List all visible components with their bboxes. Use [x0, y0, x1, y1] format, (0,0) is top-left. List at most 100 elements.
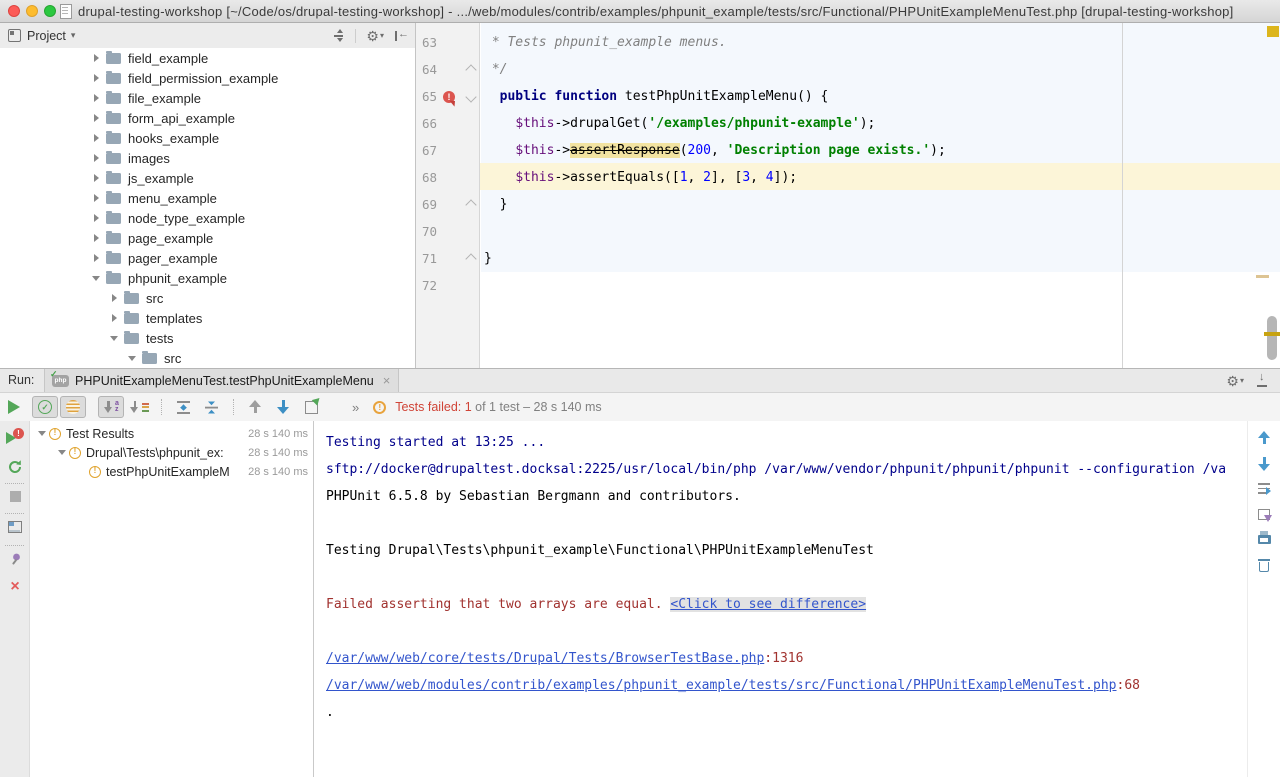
tree-expand-arrow[interactable] — [88, 54, 104, 62]
code-line[interactable] — [481, 272, 1280, 299]
code-line[interactable]: } — [481, 191, 1280, 218]
project-tree-item[interactable]: form_api_example — [0, 108, 415, 128]
gear-icon[interactable]: ⚙ — [1226, 374, 1239, 388]
sort-by-duration-button[interactable] — [126, 396, 152, 418]
console-link[interactable]: /var/www/web/core/tests/Drupal/Tests/Bro… — [326, 651, 764, 666]
error-stripe-mark[interactable] — [1256, 275, 1269, 278]
tree-expand-arrow[interactable] — [106, 294, 122, 302]
code-line[interactable]: } — [481, 245, 1280, 272]
scroll-down-button[interactable] — [1248, 457, 1280, 471]
code-line[interactable]: public function testPhpUnitExampleMenu()… — [481, 83, 1280, 110]
run-tab[interactable]: php ✓ PHPUnitExampleMenuTest.testPhpUnit… — [44, 369, 399, 392]
close-run-panel-button[interactable]: × — [0, 579, 30, 595]
tree-expand-arrow[interactable] — [88, 214, 104, 222]
gear-icon[interactable]: ⚙ — [366, 29, 379, 43]
tree-expand-arrow[interactable] — [88, 194, 104, 202]
project-tree-item[interactable]: templates — [0, 308, 415, 328]
tree-expand-arrow[interactable] — [88, 174, 104, 182]
close-window-button[interactable] — [8, 5, 20, 17]
next-failed-test-button[interactable] — [270, 396, 296, 418]
tree-expand-arrow[interactable] — [88, 276, 104, 281]
project-tree-item[interactable]: pager_example — [0, 248, 415, 268]
tree-expand-arrow[interactable] — [88, 74, 104, 82]
navigate-to-source-icon[interactable] — [332, 29, 345, 42]
scroll-to-end-button[interactable] — [1248, 509, 1280, 520]
show-ignored-toggle[interactable] — [60, 396, 86, 418]
test-tree-item[interactable]: !testPhpUnitExampleM28 s 140 ms — [30, 462, 313, 481]
more-actions-chevrons[interactable]: » — [352, 400, 359, 415]
console-link[interactable]: /var/www/web/modules/contrib/examples/ph… — [326, 678, 1117, 693]
code-layer[interactable]: * Tests phpunit_example menus. */ public… — [481, 23, 1280, 368]
triangle-icon — [94, 94, 99, 102]
project-tree-item[interactable]: page_example — [0, 228, 415, 248]
project-tree-item[interactable]: hooks_example — [0, 128, 415, 148]
toggle-auto-test-button[interactable] — [0, 459, 30, 475]
project-tree-item[interactable]: phpunit_example — [0, 268, 415, 288]
tree-expand-arrow[interactable] — [88, 154, 104, 162]
show-passed-toggle[interactable]: ✓ — [32, 396, 58, 418]
tree-expand-arrow[interactable] — [88, 134, 104, 142]
stop-button[interactable] — [0, 491, 30, 502]
inspection-status-indicator[interactable] — [1267, 26, 1279, 37]
project-tree-item[interactable]: menu_example — [0, 188, 415, 208]
tree-expand-arrow[interactable] — [106, 314, 122, 322]
project-settings-button[interactable]: ⚙ ▾ — [366, 29, 384, 43]
import-test-results-button[interactable] — [298, 396, 324, 418]
project-tree-item[interactable]: field_permission_example — [0, 68, 415, 88]
tree-expand-arrow[interactable] — [106, 336, 122, 341]
project-tree-item[interactable]: images — [0, 148, 415, 168]
tree-expand-arrow[interactable] — [34, 431, 49, 436]
hide-run-panel-button[interactable]: ↓ — [1256, 374, 1268, 387]
chevron-down-icon[interactable]: ▾ — [71, 30, 76, 41]
line-number: 68 — [416, 164, 466, 191]
project-tree-item[interactable]: node_type_example — [0, 208, 415, 228]
sort-alphabetically-toggle[interactable]: az — [98, 396, 124, 418]
soft-wrap-icon — [1258, 483, 1271, 495]
tree-expand-arrow[interactable] — [124, 356, 140, 361]
rerun-button[interactable] — [8, 400, 20, 414]
test-console[interactable]: Testing started at 13:25 ...sftp://docke… — [314, 421, 1280, 777]
tree-item-label: node_type_example — [128, 211, 245, 226]
project-tree-item[interactable]: src — [0, 348, 415, 368]
restore-layout-button[interactable] — [0, 521, 30, 533]
code-line[interactable]: $this->assertResponse(200, 'Description … — [481, 137, 1280, 164]
rerun-failed-test-icon[interactable]: ! — [443, 91, 455, 103]
code-line[interactable] — [481, 218, 1280, 245]
tree-expand-arrow[interactable] — [88, 114, 104, 122]
expand-all-button[interactable] — [170, 396, 196, 418]
close-tab-icon[interactable]: × — [383, 374, 391, 387]
project-panel-title[interactable]: Project — [27, 29, 66, 43]
minimize-window-button[interactable] — [26, 5, 38, 17]
tree-expand-arrow[interactable] — [54, 450, 69, 455]
tree-expand-arrow[interactable] — [88, 254, 104, 262]
test-tree-item[interactable]: !Drupal\Tests\phpunit_ex:28 s 140 ms — [30, 443, 313, 462]
clear-console-button[interactable] — [1248, 559, 1280, 572]
code-line[interactable]: * Tests phpunit_example menus. — [481, 29, 1280, 56]
soft-wrap-button[interactable] — [1248, 483, 1280, 495]
project-tree-item[interactable]: js_example — [0, 168, 415, 188]
previous-failed-test-button[interactable] — [242, 396, 268, 418]
hide-panel-button[interactable]: ← — [394, 30, 407, 42]
test-tree-item[interactable]: !Test Results28 s 140 ms — [30, 424, 313, 443]
project-tree-item[interactable]: field_example — [0, 48, 415, 68]
editor-scrollbar[interactable] — [1267, 316, 1277, 360]
scroll-up-button[interactable] — [1248, 431, 1280, 445]
triangle-icon — [112, 314, 117, 322]
rerun-failed-tests-button[interactable]: ! — [0, 429, 30, 445]
code-line[interactable]: $this->drupalGet('/examples/phpunit-exam… — [481, 110, 1280, 137]
error-stripe-mark[interactable] — [1264, 332, 1280, 336]
editor[interactable]: 636465!66676869707172 * Tests phpunit_ex… — [416, 23, 1280, 368]
project-tree-item[interactable]: src — [0, 288, 415, 308]
zoom-window-button[interactable] — [44, 5, 56, 17]
run-settings-button[interactable]: ⚙ ▾ — [1226, 374, 1244, 388]
code-line[interactable]: $this->assertEquals([1, 2], [3, 4]); — [481, 164, 1280, 191]
tree-expand-arrow[interactable] — [88, 94, 104, 102]
project-tree-item[interactable]: file_example — [0, 88, 415, 108]
code-line[interactable]: */ — [481, 56, 1280, 83]
pin-tab-button[interactable] — [0, 551, 30, 567]
print-button[interactable] — [1248, 531, 1280, 544]
project-tree-item[interactable]: tests — [0, 328, 415, 348]
console-link[interactable]: <Click to see difference> — [670, 597, 866, 612]
tree-expand-arrow[interactable] — [88, 234, 104, 242]
collapse-all-button[interactable] — [198, 396, 224, 418]
